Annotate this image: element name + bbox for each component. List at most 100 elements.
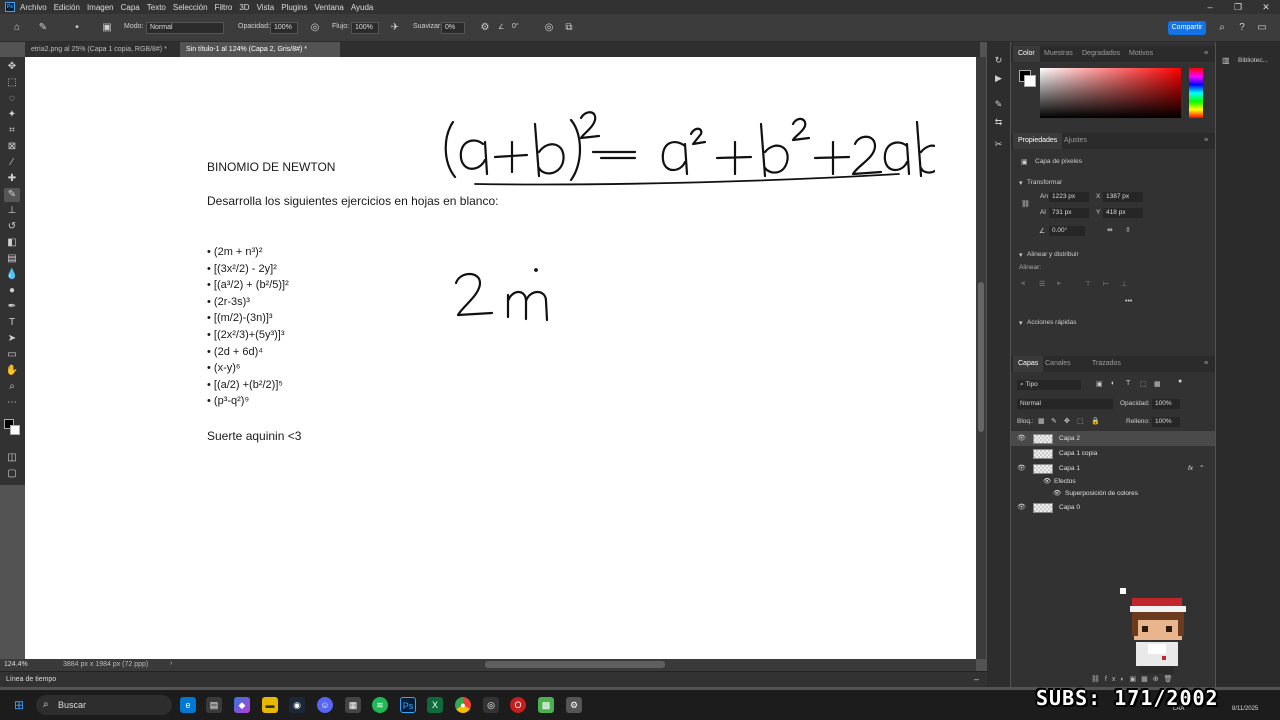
menu-vista[interactable]: Vista [257, 3, 275, 12]
filter-shape-icon[interactable]: ⬚ [1140, 380, 1147, 388]
more-options-icon[interactable]: ••• [1125, 298, 1132, 305]
filter-smart-icon[interactable]: ▦ [1154, 380, 1161, 388]
lock-pixels-icon[interactable]: ✎ [1051, 417, 1057, 425]
eraser-tool-icon[interactable]: ◧ [4, 236, 20, 250]
menu-ventana[interactable]: Ventana [314, 3, 343, 12]
type-tool-icon[interactable]: T [4, 316, 20, 330]
background-color-swatch[interactable] [10, 425, 20, 435]
layer-row-capa-0[interactable]: 👁 Capa 0 [1011, 500, 1215, 515]
edge-icon[interactable]: e [180, 697, 196, 713]
eye-icon[interactable]: 👁 [1017, 500, 1026, 515]
steam-icon[interactable]: ◉ [289, 697, 305, 713]
lock-position-icon[interactable]: ✥ [1064, 417, 1070, 425]
pressure-size-icon[interactable]: ◎ [542, 21, 556, 35]
layer-row-capa-1-copia[interactable]: Capa 1 copia [1011, 446, 1215, 461]
pen-tool-icon[interactable]: ✒ [4, 300, 20, 314]
align-middle-icon[interactable]: ⊢ [1103, 280, 1109, 288]
shape-tool-icon[interactable]: ▭ [4, 348, 20, 362]
opacity-field[interactable]: 100% [270, 22, 298, 34]
brush-size-icon[interactable]: • [70, 21, 84, 35]
fill-field[interactable]: 100% [1152, 417, 1180, 427]
spotify-icon[interactable]: ≋ [372, 697, 388, 713]
libraries-icon[interactable]: ▥ [1222, 56, 1230, 65]
tab-color[interactable]: Color [1013, 46, 1040, 62]
menu-filtro[interactable]: Filtro [215, 3, 233, 12]
minimize-icon[interactable]: – [1196, 0, 1224, 14]
document-canvas[interactable]: BINOMIO DE NEWTON Desarrolla los siguien… [25, 57, 976, 659]
settings-gear-icon[interactable]: ⚙ [566, 697, 582, 713]
brush-tool-icon[interactable]: ✎ [4, 188, 20, 202]
github-icon[interactable]: ◎ [483, 697, 499, 713]
close-icon[interactable]: ✕ [1252, 0, 1280, 14]
minecraft-icon[interactable]: ▩ [538, 697, 554, 713]
help-icon[interactable]: ? [1235, 21, 1249, 35]
share-button[interactable]: Compartir [1168, 21, 1206, 35]
file-explorer-icon[interactable]: ▬ [262, 697, 278, 713]
brush-preset-icon[interactable]: ✎ [36, 21, 50, 35]
eyedropper-icon[interactable]: ⁄ [4, 156, 20, 170]
taskbar-search-box[interactable]: ⌕ Buscar [36, 695, 172, 715]
windows-start-icon[interactable]: ⊞ [11, 697, 27, 713]
libraries-label[interactable]: Bibliotec... [1238, 57, 1268, 64]
panel-menu-icon[interactable]: ≡ [1199, 46, 1213, 62]
layer-row-capa-2[interactable]: 👁 Capa 2 [1011, 431, 1215, 446]
brush-panel-icon[interactable]: ▣ [100, 21, 114, 35]
chevron-down-icon[interactable]: ▾ [1019, 319, 1023, 327]
tab-muestras[interactable]: Muestras [1039, 46, 1078, 62]
panel-menu-icon[interactable]: ≡ [1199, 356, 1213, 372]
screen-mode-icon[interactable]: ▢ [4, 467, 20, 481]
flip-horizontal-icon[interactable]: ⇹ [1107, 226, 1113, 234]
menu-imagen[interactable]: Imagen [87, 3, 114, 12]
filter-image-icon[interactable]: ▣ [1096, 380, 1103, 388]
quick-select-icon[interactable]: ✦ [4, 108, 20, 122]
tab-degradados[interactable]: Degradados [1077, 46, 1125, 62]
chevron-down-icon[interactable]: ▾ [1019, 179, 1023, 187]
vertical-scroll-thumb[interactable] [978, 282, 984, 432]
height-field[interactable]: 731 px [1049, 208, 1089, 218]
copilot-icon[interactable]: ◆ [234, 697, 250, 713]
move-tool-icon[interactable]: ✥ [4, 60, 20, 74]
lock-artboard-icon[interactable]: ⬚ [1077, 417, 1084, 425]
menu-seleccion[interactable]: Selección [173, 3, 208, 12]
play-icon[interactable]: ▶ [992, 72, 1005, 85]
panel-menu-icon[interactable]: ≡ [1199, 133, 1213, 149]
gear-icon[interactable]: ⚙ [478, 21, 492, 35]
timeline-label[interactable]: Línea de tiempo [6, 676, 56, 683]
healing-brush-icon[interactable]: ✚ [4, 172, 20, 186]
airbrush-icon[interactable]: ✈ [388, 21, 402, 35]
chrome-icon[interactable]: ● [455, 697, 471, 713]
lock-transparency-icon[interactable]: ▦ [1038, 417, 1045, 425]
frame-tool-icon[interactable]: ⊠ [4, 140, 20, 154]
hand-tool-icon[interactable]: ✋ [4, 364, 20, 378]
mode-select[interactable]: Normal [146, 22, 224, 34]
photoshop-taskbar-icon[interactable]: Ps [400, 697, 416, 713]
eye-icon[interactable]: 👁 [1017, 431, 1026, 446]
flip-vertical-icon[interactable]: ⇳ [1125, 226, 1131, 234]
more-tools-icon[interactable]: ⋯ [4, 396, 20, 410]
color-field[interactable] [1040, 68, 1181, 118]
hue-slider[interactable] [1189, 68, 1203, 118]
filter-adjust-icon[interactable]: ◐ [1111, 380, 1115, 387]
align-center-icon[interactable]: ☰ [1039, 280, 1045, 288]
angle-field[interactable]: 0.00° [1049, 226, 1085, 236]
workspace-icon[interactable]: ▭ [1255, 21, 1269, 35]
filter-toggle-icon[interactable]: ● [1178, 378, 1182, 385]
clock-date[interactable]: 8/11/2025 [1232, 706, 1258, 712]
width-field[interactable]: 1223 px [1049, 192, 1089, 202]
horizontal-scroll-thumb[interactable] [485, 661, 665, 668]
tab-canales[interactable]: Canales [1040, 356, 1076, 372]
home-icon[interactable]: ⌂ [10, 21, 24, 35]
symmetry-icon[interactable]: ⧉ [562, 21, 576, 35]
zoom-tool-icon[interactable]: ⌕ [4, 380, 20, 394]
crop-tool-icon[interactable]: ⌗ [4, 124, 20, 138]
blend-mode-select[interactable]: Normal [1017, 399, 1113, 409]
tab-capas[interactable]: Capas [1013, 356, 1044, 372]
maximize-icon[interactable]: ❐ [1224, 0, 1252, 14]
path-select-icon[interactable]: ➤ [4, 332, 20, 346]
gradient-tool-icon[interactable]: ▤ [4, 252, 20, 266]
background-color-swatch[interactable] [1024, 75, 1036, 87]
x-field[interactable]: 1387 px [1103, 192, 1143, 202]
tab-motivos[interactable]: Motivos [1124, 46, 1158, 62]
tab-document-1[interactable]: etria2.png al 25% (Capa 1 copia, RGB/8#)… [25, 42, 185, 57]
layers-opacity-field[interactable]: 100% [1152, 399, 1180, 409]
